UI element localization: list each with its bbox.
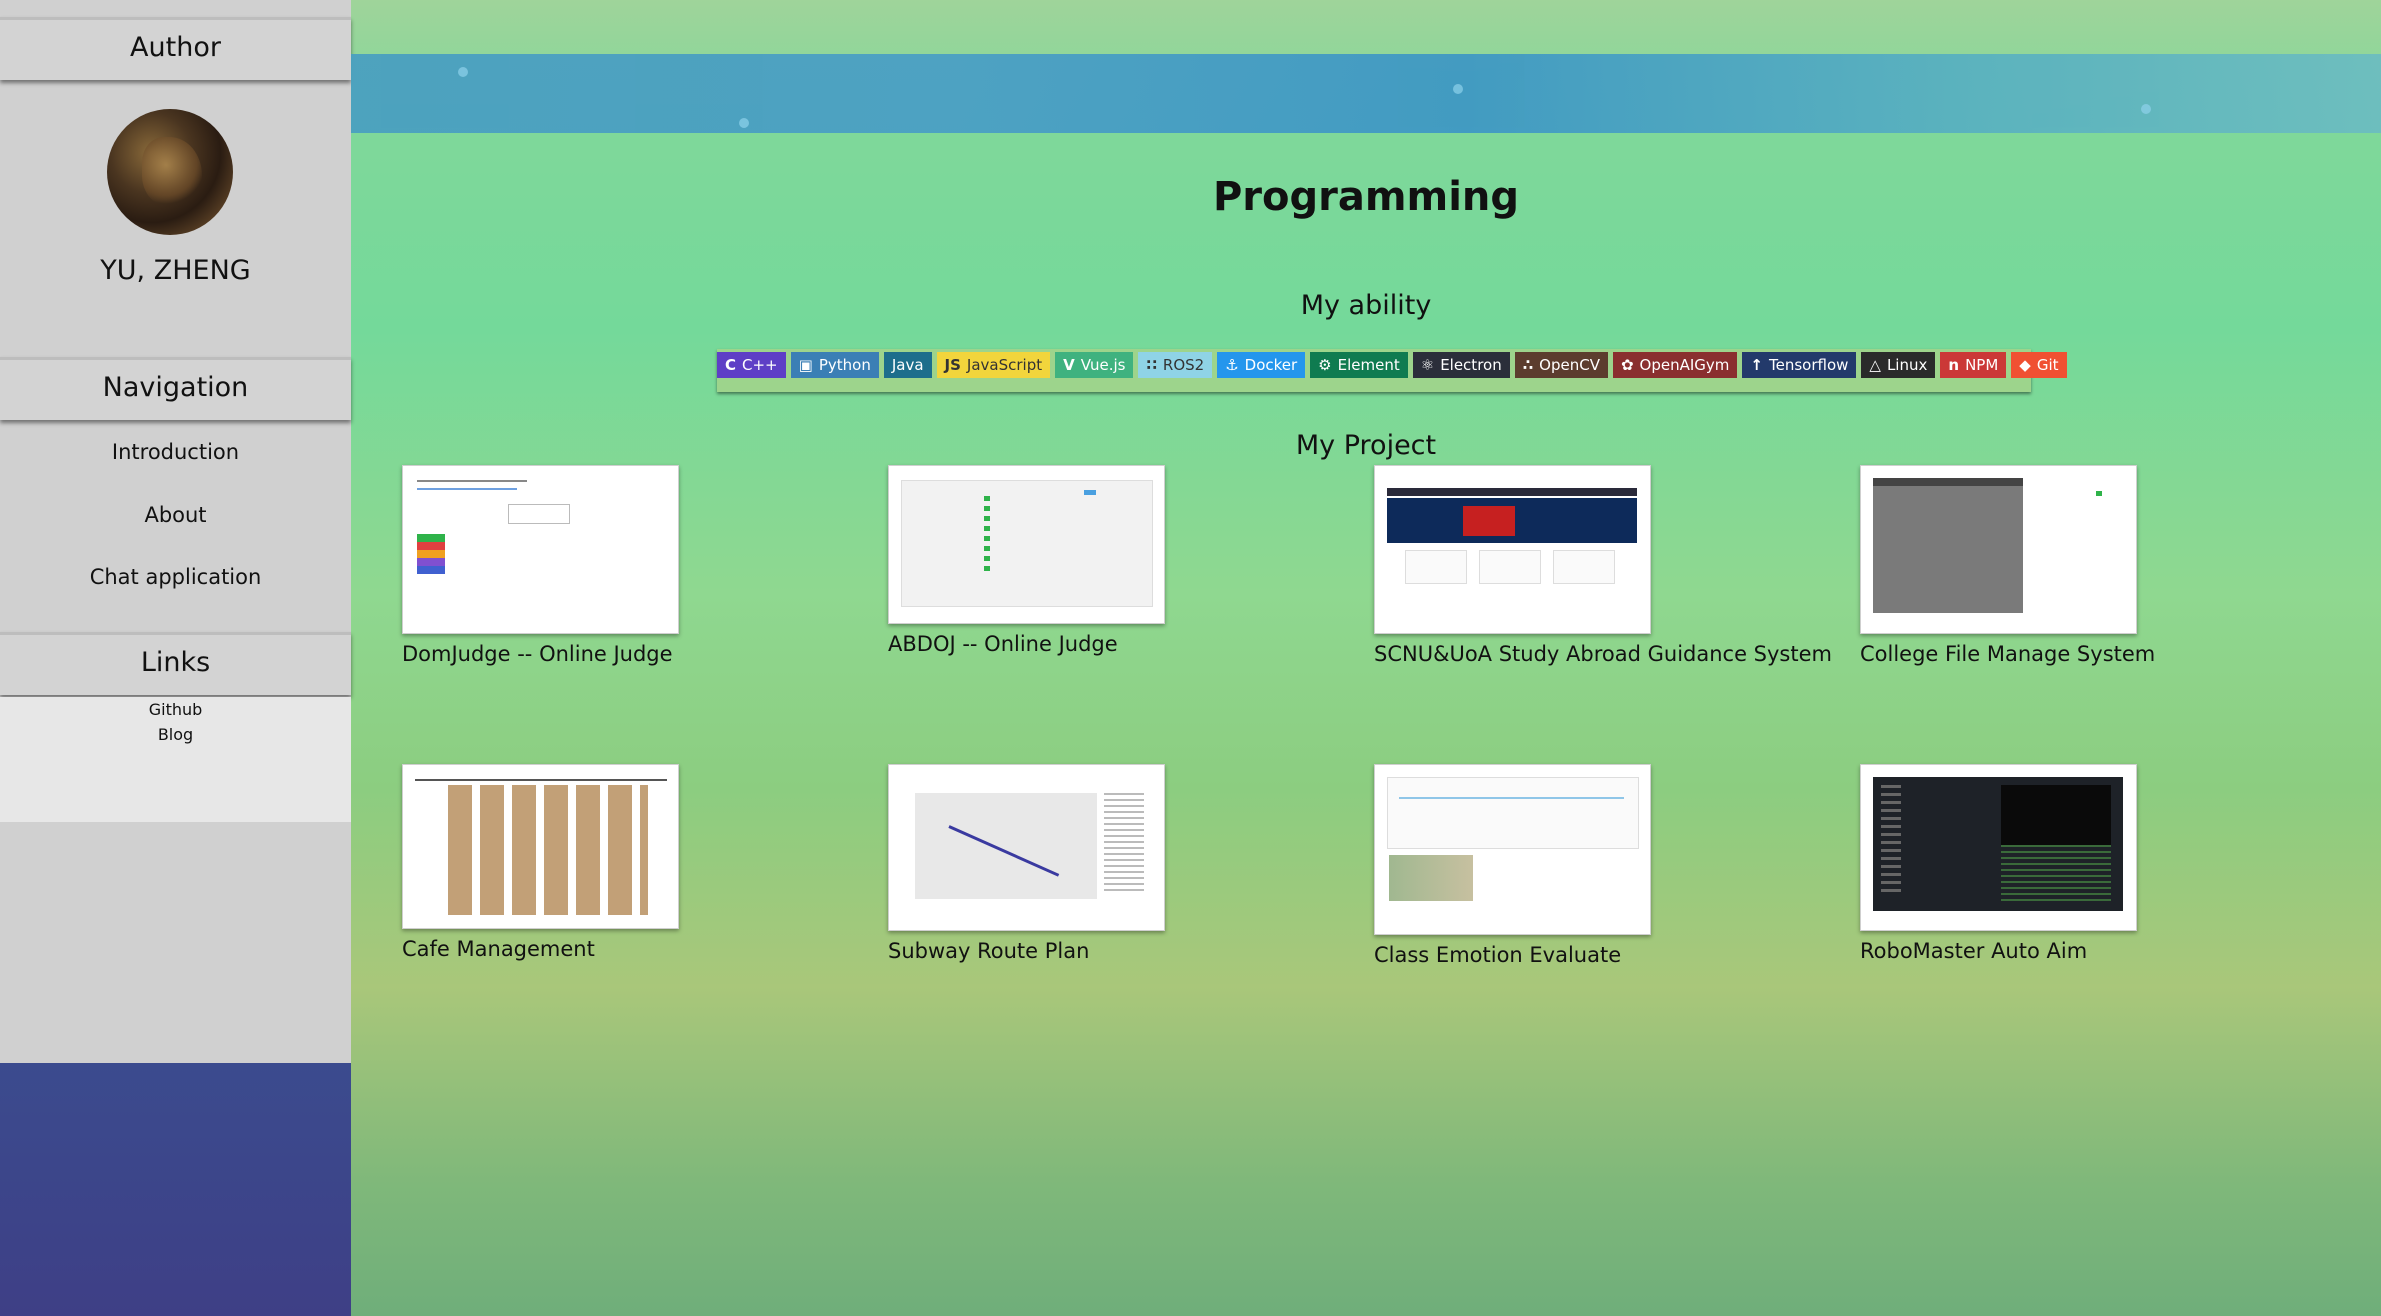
- nav-item-about[interactable]: About: [0, 503, 351, 527]
- badge-java[interactable]: Java: [883, 352, 932, 378]
- ability-section-title: My ability: [1300, 290, 1432, 321]
- linux-icon: △: [1869, 356, 1881, 374]
- npm-icon: n: [1948, 356, 1960, 374]
- electron-icon: ⚛: [1420, 356, 1435, 374]
- link-github[interactable]: Github: [0, 700, 351, 719]
- tensorflow-icon: ↑: [1750, 356, 1763, 374]
- git-icon: ◆: [2019, 356, 2031, 374]
- project-label[interactable]: SCNU&UoA Study Abroad Guidance System: [1374, 642, 1832, 666]
- badge-label: OpenAIGym: [1639, 356, 1730, 374]
- javascript-icon: JS: [944, 356, 961, 374]
- header-banner: [351, 54, 2381, 133]
- badge-label: ROS2: [1162, 356, 1205, 374]
- badge-label: Tensorflow: [1769, 356, 1849, 374]
- element-icon: ⚙: [1318, 356, 1332, 374]
- badge-label: OpenCV: [1539, 356, 1600, 374]
- badge-openaigym[interactable]: ✿ OpenAIGym: [1612, 352, 1738, 378]
- badge-label: Vue.js: [1080, 356, 1126, 374]
- badge-python[interactable]: ▣ Python: [790, 352, 879, 378]
- badge-label: Electron: [1440, 356, 1502, 374]
- project-label[interactable]: Class Emotion Evaluate: [1374, 943, 1621, 967]
- badge-electron[interactable]: ⚛ Electron: [1412, 352, 1510, 378]
- badge-label: NPM: [1965, 356, 1999, 374]
- badge-label: Linux: [1886, 356, 1928, 374]
- links-section-header: Links: [0, 632, 351, 695]
- project-label[interactable]: Subway Route Plan: [888, 939, 1089, 963]
- links-header-label: Links: [140, 647, 211, 678]
- badge-label: C++: [742, 356, 778, 374]
- badge-linux[interactable]: △ Linux: [1861, 352, 1936, 378]
- skills-badge-bar: C C++ ▣ Python Java JS JavaScript V Vue.js ∷ ROS2 ⚓…: [717, 349, 2067, 392]
- project-label[interactable]: College File Manage System: [1860, 642, 2155, 666]
- project-thumbnail[interactable]: [1374, 465, 1651, 634]
- nav-item-introduction[interactable]: Introduction: [0, 440, 351, 464]
- page-title: Programming: [1212, 174, 1520, 220]
- opencv-icon: ∴: [1522, 356, 1534, 374]
- author-header-label: Author: [130, 32, 221, 63]
- project-thumbnail[interactable]: [888, 465, 1165, 624]
- project-label[interactable]: DomJudge -- Online Judge: [402, 642, 673, 666]
- docker-icon: ⚓: [1225, 356, 1239, 374]
- badge-label: Docker: [1244, 356, 1298, 374]
- project-label[interactable]: ABDOJ -- Online Judge: [888, 632, 1118, 656]
- link-blog[interactable]: Blog: [0, 725, 351, 744]
- navigation-header-label: Navigation: [102, 372, 249, 403]
- badge-label: Python: [818, 356, 871, 374]
- badge-docker[interactable]: ⚓ Docker: [1217, 352, 1306, 378]
- navigation-section-header: Navigation: [0, 357, 351, 420]
- project-thumbnail[interactable]: [1860, 764, 2137, 931]
- author-section-header: Author: [0, 17, 351, 80]
- sidebar: Author YU, ZHENG Navigation Introduction…: [0, 0, 351, 1316]
- project-thumbnail[interactable]: [402, 764, 679, 929]
- nav-item-chat-application[interactable]: Chat application: [0, 565, 351, 589]
- project-section-title: My Project: [1295, 430, 1437, 461]
- project-thumbnail[interactable]: [402, 465, 679, 634]
- badge-git[interactable]: ◆ Git: [2011, 352, 2067, 378]
- badge-c[interactable]: C C++: [717, 352, 786, 378]
- sidebar-bottom-decoration: [0, 1063, 351, 1316]
- badge-tensorflow[interactable]: ↑ Tensorflow: [1742, 352, 1857, 378]
- project-label[interactable]: Cafe Management: [402, 937, 595, 961]
- badge-label: Element: [1337, 356, 1400, 374]
- cpp-icon: C: [725, 356, 737, 374]
- project-label[interactable]: RoboMaster Auto Aim: [1860, 939, 2087, 963]
- links-panel: Github Blog: [0, 697, 351, 822]
- badge-vuejs[interactable]: V Vue.js: [1055, 352, 1134, 378]
- python-icon: ▣: [798, 356, 813, 374]
- avatar: [107, 109, 233, 235]
- badge-element[interactable]: ⚙ Element: [1310, 352, 1408, 378]
- vuejs-icon: V: [1063, 356, 1075, 374]
- badge-npm[interactable]: n NPM: [1940, 352, 2007, 378]
- openaigym-icon: ✿: [1620, 356, 1634, 374]
- badge-opencv[interactable]: ∴ OpenCV: [1514, 352, 1608, 378]
- author-name: YU, ZHENG: [100, 255, 251, 286]
- badge-ros2[interactable]: ∷ ROS2: [1138, 352, 1213, 378]
- badge-label: Git: [2036, 356, 2059, 374]
- project-thumbnail[interactable]: [1860, 465, 2137, 634]
- badge-javascript[interactable]: JS JavaScript: [936, 352, 1051, 378]
- ros2-icon: ∷: [1146, 356, 1157, 374]
- badge-label: Java: [891, 356, 924, 374]
- project-thumbnail[interactable]: [1374, 764, 1651, 935]
- badge-label: JavaScript: [966, 356, 1043, 374]
- project-thumbnail[interactable]: [888, 764, 1165, 931]
